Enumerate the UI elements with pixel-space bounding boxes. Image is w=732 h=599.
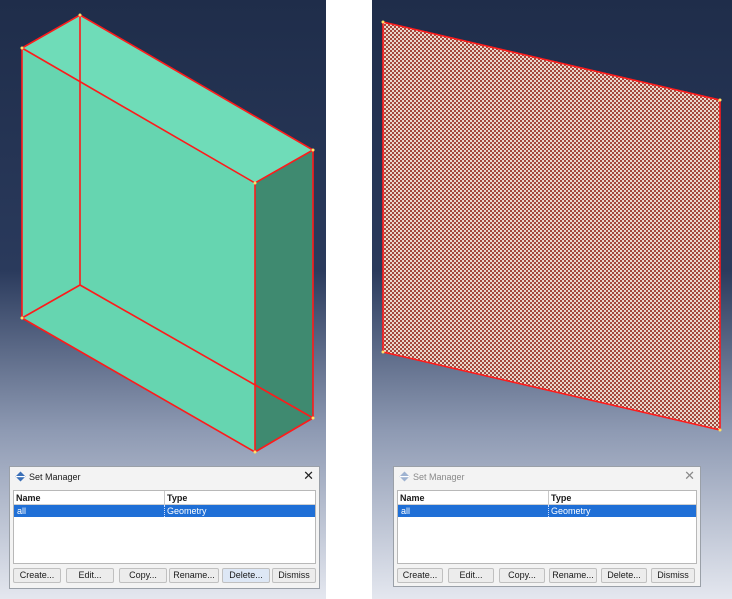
dialog-title-bar[interactable]: Set Manager ✕ — [394, 467, 700, 487]
delete-button[interactable]: Delete... — [601, 568, 647, 583]
set-manager-dialog[interactable]: Set Manager ✕ Name Type all Geometry Cre… — [393, 466, 701, 587]
row-type-cell: Geometry — [167, 506, 207, 516]
dialog-title-bar[interactable]: Set Manager ✕ — [10, 467, 319, 487]
abaqus-logo-icon — [15, 471, 26, 482]
row-name-cell: all — [401, 506, 411, 516]
copy-button[interactable]: Copy... — [119, 568, 167, 583]
dismiss-button[interactable]: Dismiss — [651, 568, 695, 583]
edit-button[interactable]: Edit... — [66, 568, 114, 583]
column-header-name[interactable]: Name — [400, 493, 425, 503]
dismiss-button[interactable]: Dismiss — [272, 568, 316, 583]
set-manager-dialog[interactable]: Set Manager ✕ Name Type all Geometry Cre… — [9, 466, 320, 589]
table-header: Name Type — [14, 491, 315, 505]
box-side-face — [255, 150, 313, 452]
right-viewport[interactable]: Set Manager ✕ Name Type all Geometry Cre… — [372, 0, 732, 599]
close-icon[interactable]: ✕ — [684, 468, 695, 484]
create-button[interactable]: Create... — [13, 568, 61, 583]
row-type-cell: Geometry — [551, 506, 591, 516]
table-header: Name Type — [398, 491, 696, 505]
table-row[interactable]: all Geometry — [14, 505, 315, 517]
delete-button[interactable]: Delete... — [222, 568, 270, 583]
row-name-cell: all — [17, 506, 27, 516]
create-button[interactable]: Create... — [397, 568, 443, 583]
table-row[interactable]: all Geometry — [398, 505, 696, 517]
close-icon[interactable]: ✕ — [303, 468, 314, 484]
edit-button[interactable]: Edit... — [448, 568, 494, 583]
rename-button[interactable]: Rename... — [549, 568, 597, 583]
copy-button[interactable]: Copy... — [499, 568, 545, 583]
rename-button[interactable]: Rename... — [169, 568, 219, 583]
column-header-name[interactable]: Name — [16, 493, 41, 503]
column-header-type[interactable]: Type — [551, 493, 571, 503]
left-viewport[interactable]: Set Manager ✕ Name Type all Geometry Cre… — [0, 0, 326, 599]
dialog-title: Set Manager — [29, 472, 81, 482]
column-header-type[interactable]: Type — [167, 493, 187, 503]
abaqus-logo-icon — [399, 471, 410, 482]
sets-table[interactable]: Name Type all Geometry — [397, 490, 697, 564]
sets-table[interactable]: Name Type all Geometry — [13, 490, 316, 564]
dialog-title: Set Manager — [413, 472, 465, 482]
